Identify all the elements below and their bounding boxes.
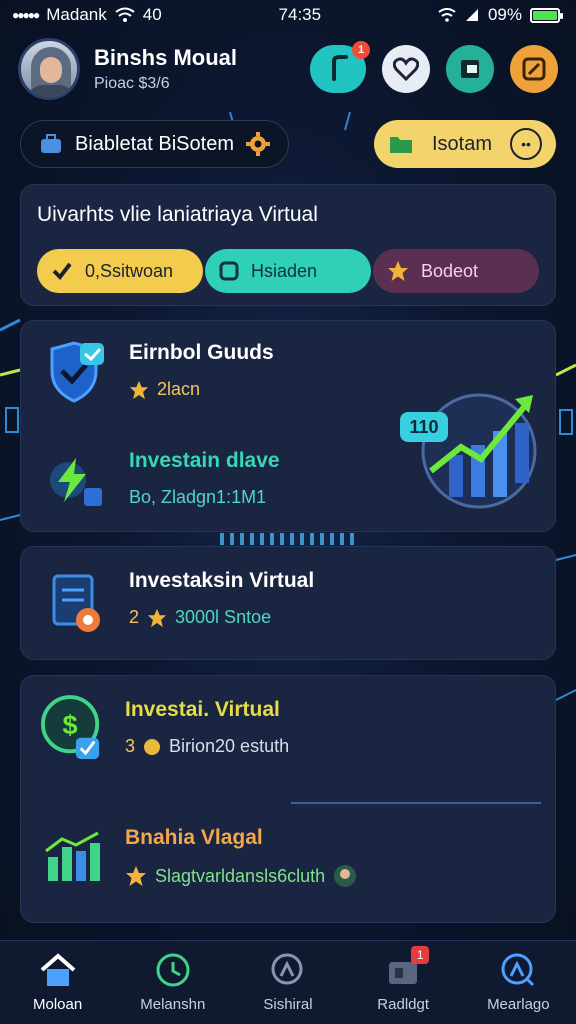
profile[interactable]: Binshs Moual Pioac $3/6 bbox=[18, 38, 237, 100]
investment-item-5-sub: Slagtvarldansls6cluth bbox=[155, 865, 326, 886]
dollar-badge-icon: $ bbox=[41, 695, 103, 760]
nav-label-social: Sishiral bbox=[263, 996, 313, 1013]
lightning-icon bbox=[45, 449, 107, 511]
investment-item-4-sub: Birion20 estuth bbox=[169, 736, 290, 756]
filter-button-1-label: 0,Ssitwoan bbox=[85, 260, 174, 281]
investment-item-2-sub: Bo, Zladgn1:1M1 bbox=[129, 487, 267, 507]
divider bbox=[291, 802, 541, 804]
nav-label-shop: Radldgt bbox=[377, 996, 429, 1013]
clock-icon bbox=[156, 953, 190, 987]
investment-item-3[interactable]: Investaksin Virtual 2 3000l Sntoe bbox=[45, 569, 315, 632]
chip-row: Biabletat BiSotem Isotam •• bbox=[20, 120, 556, 168]
star-icon bbox=[129, 380, 149, 399]
investment-item-1[interactable]: Eirnbol Guuds 2lacn bbox=[45, 341, 274, 403]
cellular-icon bbox=[465, 9, 478, 21]
nav-item-history[interactable]: Melanshn bbox=[123, 952, 223, 1013]
favorites-button[interactable] bbox=[382, 45, 430, 93]
investment-card-3[interactable]: $ Investai. Virtual 3 Birion20 estuth Bna… bbox=[20, 675, 556, 923]
investment-card-1[interactable]: Eirnbol Guuds 2lacn Investain dlave Bo, … bbox=[20, 320, 556, 532]
star-icon bbox=[147, 608, 167, 627]
signal-dots-icon: ●●●●● bbox=[12, 8, 40, 22]
nav-badge: 1 bbox=[411, 946, 430, 964]
filter-card: Uivarhts vlie laniatriaya Virtual 0,Ssit… bbox=[20, 184, 556, 306]
nav-label-explore: Mearlago bbox=[487, 996, 550, 1013]
bar-chart-icon bbox=[41, 826, 103, 888]
edit-icon bbox=[522, 57, 546, 81]
filter-button-1[interactable]: 0,Ssitwoan bbox=[37, 249, 203, 293]
investment-item-3-sub: 3000l Sntoe bbox=[175, 607, 272, 627]
signal-text: 40 bbox=[142, 5, 162, 24]
gear-icon bbox=[245, 132, 270, 156]
user-balance: Pioac $3/6 bbox=[94, 75, 170, 92]
notification-badge: 1 bbox=[352, 41, 370, 59]
investment-item-4-title: Investai. Virtual bbox=[125, 698, 280, 721]
battery-icon bbox=[529, 7, 563, 23]
filter-button-3[interactable]: Bodeot bbox=[373, 249, 539, 293]
system-chip-label: Biabletat BiSotem bbox=[75, 132, 234, 155]
person-avatar-icon bbox=[334, 865, 357, 887]
status-bar: ●●●●● Madank 40 74:35 09% bbox=[0, 0, 576, 30]
investment-item-2[interactable]: Investain dlave Bo, Zladgn1:1M1 bbox=[45, 449, 280, 511]
investment-item-2-title: Investain dlave bbox=[129, 449, 280, 472]
edit-button[interactable] bbox=[510, 45, 558, 93]
search-person-icon bbox=[271, 953, 303, 985]
swap-icon bbox=[332, 55, 348, 81]
nav-item-social[interactable]: Sishiral bbox=[238, 952, 338, 1013]
investment-item-5[interactable]: Bnahia Vlagal Slagtvarldansls6cluth bbox=[41, 826, 357, 888]
status-chip-label: Isotam bbox=[431, 132, 492, 155]
nav-label-history: Melanshn bbox=[140, 996, 206, 1013]
investment-item-4[interactable]: $ Investai. Virtual 3 Birion20 estuth bbox=[41, 695, 290, 760]
folder-icon bbox=[389, 137, 412, 153]
filter-title: Uivarhts vlie laniatriaya Virtual bbox=[37, 203, 318, 226]
wifi-status-icon bbox=[438, 8, 456, 22]
nav-item-explore[interactable]: Mearlago bbox=[468, 952, 568, 1013]
battery-percent: 09% bbox=[487, 5, 522, 24]
investment-item-5-title: Bnahia Vlagal bbox=[125, 826, 263, 849]
explore-icon bbox=[501, 953, 535, 987]
investment-item-4-number: 3 bbox=[125, 736, 136, 756]
status-chip[interactable]: Isotam •• bbox=[373, 120, 556, 168]
home-icon bbox=[40, 953, 75, 986]
glow-strip bbox=[220, 533, 360, 545]
svg-text:$: $ bbox=[63, 709, 78, 740]
filter-button-2-label: Hsiaden bbox=[251, 260, 318, 281]
star-icon bbox=[126, 866, 146, 886]
smile-icon: •• bbox=[510, 128, 542, 160]
avatar[interactable] bbox=[18, 38, 80, 100]
status-time: 74:35 bbox=[278, 5, 322, 24]
investment-item-3-title: Investaksin Virtual bbox=[129, 569, 315, 592]
star-icon bbox=[388, 261, 408, 281]
user-name: Binshs Moual bbox=[94, 45, 238, 70]
header: Binshs Moual Pioac $3/6 1 bbox=[18, 36, 558, 102]
clipboard-icon bbox=[45, 569, 107, 632]
swap-button[interactable]: 1 bbox=[310, 41, 370, 93]
coin-icon bbox=[144, 738, 161, 755]
wallet-button[interactable] bbox=[446, 45, 494, 93]
briefcase-icon bbox=[41, 134, 61, 153]
investment-item-3-number: 2 bbox=[129, 607, 140, 627]
bottom-nav: Moloan Melanshn Sishiral 1 Radldgt Mearl… bbox=[0, 940, 576, 1024]
filter-button-3-label: Bodeot bbox=[421, 260, 479, 281]
investment-item-1-title: Eirnbol Guuds bbox=[129, 341, 274, 364]
check-icon bbox=[52, 262, 72, 281]
wifi-icon bbox=[115, 7, 135, 22]
filter-button-2[interactable]: Hsiaden bbox=[205, 249, 371, 293]
chart-badge: 110 bbox=[400, 412, 448, 442]
shield-check-icon bbox=[45, 341, 107, 403]
investment-card-2[interactable]: Investaksin Virtual 2 3000l Sntoe bbox=[20, 546, 556, 660]
nav-item-home[interactable]: Moloan bbox=[8, 952, 108, 1013]
carrier-name: Madank bbox=[46, 5, 107, 24]
growth-chart-icon bbox=[411, 381, 541, 516]
system-chip[interactable]: Biabletat BiSotem bbox=[20, 120, 289, 168]
wallet-icon bbox=[461, 60, 479, 78]
square-icon bbox=[219, 261, 239, 281]
nav-item-shop[interactable]: 1 Radldgt bbox=[353, 946, 453, 1013]
nav-label-home: Moloan bbox=[32, 996, 83, 1013]
investment-item-1-sub: 2lacn bbox=[157, 379, 201, 399]
heart-icon bbox=[393, 57, 419, 81]
